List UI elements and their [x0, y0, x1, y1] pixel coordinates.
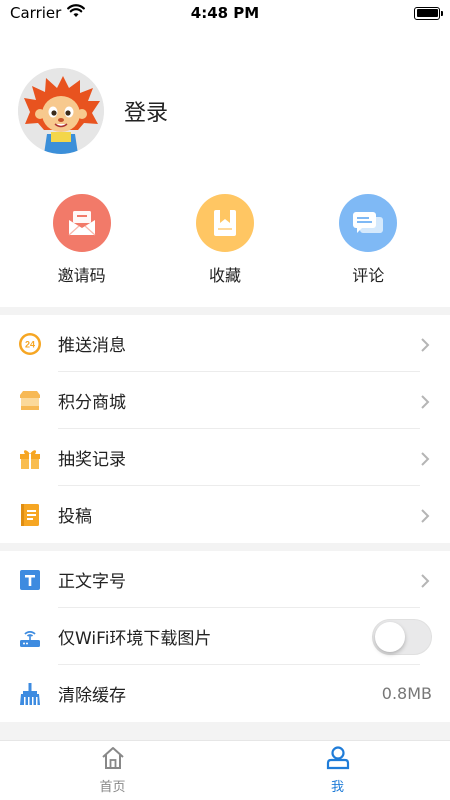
section-divider [0, 307, 450, 315]
menu-item-label: 积分商城 [58, 393, 126, 413]
comments-button[interactable]: 评论 [313, 194, 423, 286]
menu-item-wifi-only-images: 仅WiFi环境下载图片 [0, 608, 450, 665]
tab-me[interactable]: 我 [225, 741, 450, 800]
menu-item-points-mall[interactable]: 积分商城 [0, 372, 450, 429]
toggle-knob [375, 621, 405, 652]
comments-label: 评论 [352, 266, 385, 285]
cache-size-value: 0.8MB [381, 684, 432, 703]
menu-item-submit-article[interactable]: 投稿 [0, 486, 450, 543]
menu-item-label: 正文字号 [58, 572, 126, 592]
chevron-right-icon [418, 394, 432, 409]
menu-group-settings: 正文字号 仅WiFi环境下载图片 清除缓存 0.8MB [0, 551, 450, 722]
menu-item-lottery-records[interactable]: 抽奖记录 [0, 429, 450, 486]
shop-icon [18, 389, 42, 413]
section-divider [0, 722, 450, 740]
clock-24-icon: 24 [18, 332, 42, 356]
menu-item-label: 抽奖记录 [58, 450, 126, 470]
quick-actions: 邀请码 收藏 评论 [0, 194, 450, 286]
notebook-icon [18, 503, 42, 527]
menu-item-clear-cache[interactable]: 清除缓存 0.8MB [0, 665, 450, 722]
tab-bar: 首页 我 [0, 740, 450, 800]
tab-home-label: 首页 [99, 780, 126, 795]
user-icon [325, 746, 351, 774]
wifi-signal-icon [67, 4, 86, 22]
gift-icon [18, 446, 42, 470]
status-bar: Carrier 4:48 PM [0, 0, 450, 26]
login-label[interactable]: 登录 [124, 95, 168, 127]
menu-item-label: 投稿 [58, 507, 92, 527]
profile-header[interactable]: 登录 [18, 68, 168, 154]
carrier-label: Carrier [10, 4, 62, 22]
invite-code-label: 邀请码 [57, 266, 106, 285]
home-icon [100, 746, 126, 774]
chevron-right-icon [418, 508, 432, 523]
bookmark-icon [195, 194, 254, 252]
chevron-right-icon [418, 451, 432, 466]
tab-home[interactable]: 首页 [0, 741, 225, 800]
svg-text:24: 24 [25, 339, 35, 349]
status-left: Carrier [10, 4, 86, 22]
favorites-label: 收藏 [208, 266, 241, 285]
favorites-button[interactable]: 收藏 [170, 194, 280, 286]
menu-item-push-messages[interactable]: 24 推送消息 [0, 315, 450, 372]
menu-item-label: 清除缓存 [58, 686, 126, 706]
section-divider [0, 543, 450, 551]
battery-icon [414, 6, 443, 20]
broom-icon [18, 682, 42, 706]
menu-item-font-size[interactable]: 正文字号 [0, 551, 450, 608]
invite-code-button[interactable]: 邀请码 [27, 194, 137, 286]
tab-me-label: 我 [330, 780, 344, 795]
router-icon [18, 625, 42, 649]
envelope-icon [52, 194, 111, 252]
wifi-only-toggle[interactable] [372, 618, 432, 655]
menu-item-label: 仅WiFi环境下载图片 [58, 629, 212, 649]
menu-item-label: 推送消息 [58, 336, 126, 356]
chevron-right-icon [418, 573, 432, 588]
chat-bubble-icon [339, 194, 398, 252]
chevron-right-icon [418, 337, 432, 352]
menu-group-primary: 24 推送消息 积分商城 抽奖记录 投稿 [0, 315, 450, 543]
font-size-icon [18, 568, 42, 592]
avatar[interactable] [18, 68, 104, 154]
